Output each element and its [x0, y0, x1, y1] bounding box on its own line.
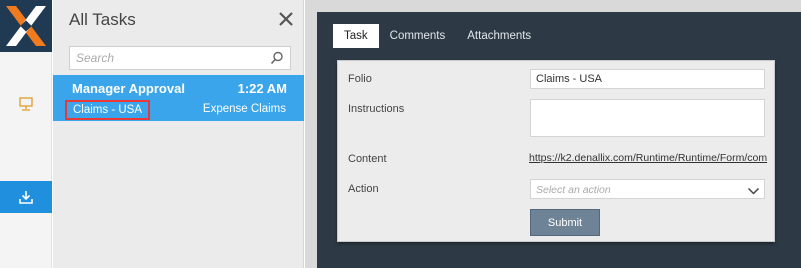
chevron-down-icon	[747, 184, 760, 196]
action-select-placeholder: Select an action	[536, 184, 611, 196]
close-icon[interactable]	[277, 10, 295, 28]
task-list-panel: All Tasks Manager Approval 1:22 AM Claim…	[53, 0, 304, 268]
tab-comments[interactable]: Comments	[379, 24, 457, 48]
task-list-title: All Tasks	[69, 10, 136, 29]
tab-attachments[interactable]: Attachments	[456, 24, 542, 48]
main-area: Task Comments Attachments Folio Instruct…	[305, 0, 801, 268]
tab-task[interactable]: Task	[333, 24, 379, 48]
task-list-item[interactable]: Manager Approval 1:22 AM Claims - USA Ex…	[53, 75, 304, 121]
task-detail-panel: Task Comments Attachments Folio Instruct…	[317, 12, 801, 268]
content-label: Content	[348, 153, 387, 165]
action-label: Action	[348, 183, 379, 195]
search-box	[69, 46, 291, 70]
search-icon[interactable]	[270, 51, 284, 65]
instructions-field[interactable]	[530, 99, 765, 137]
task-folio: Claims - USA	[65, 100, 151, 120]
instructions-label: Instructions	[348, 103, 405, 115]
content-link[interactable]: https://k2.denallix.com/Runtime/Runtime/…	[529, 152, 776, 164]
task-form: Folio Instructions Content https://k2.de…	[337, 60, 775, 242]
task-name: Manager Approval	[72, 81, 185, 96]
tab-bar: Task Comments Attachments	[333, 24, 542, 50]
submit-button[interactable]: Submit	[530, 209, 600, 236]
folio-field[interactable]	[530, 69, 765, 89]
task-time: 1:22 AM	[237, 81, 287, 96]
inbox-download-icon[interactable]	[0, 181, 52, 213]
app-logo[interactable]	[0, 0, 52, 52]
nav-rail	[0, 0, 52, 268]
action-select[interactable]: Select an action	[530, 179, 765, 199]
presentation-icon[interactable]	[0, 88, 52, 120]
folio-label: Folio	[348, 73, 372, 85]
task-process: Expense Claims	[202, 103, 286, 115]
search-input[interactable]	[70, 47, 266, 69]
